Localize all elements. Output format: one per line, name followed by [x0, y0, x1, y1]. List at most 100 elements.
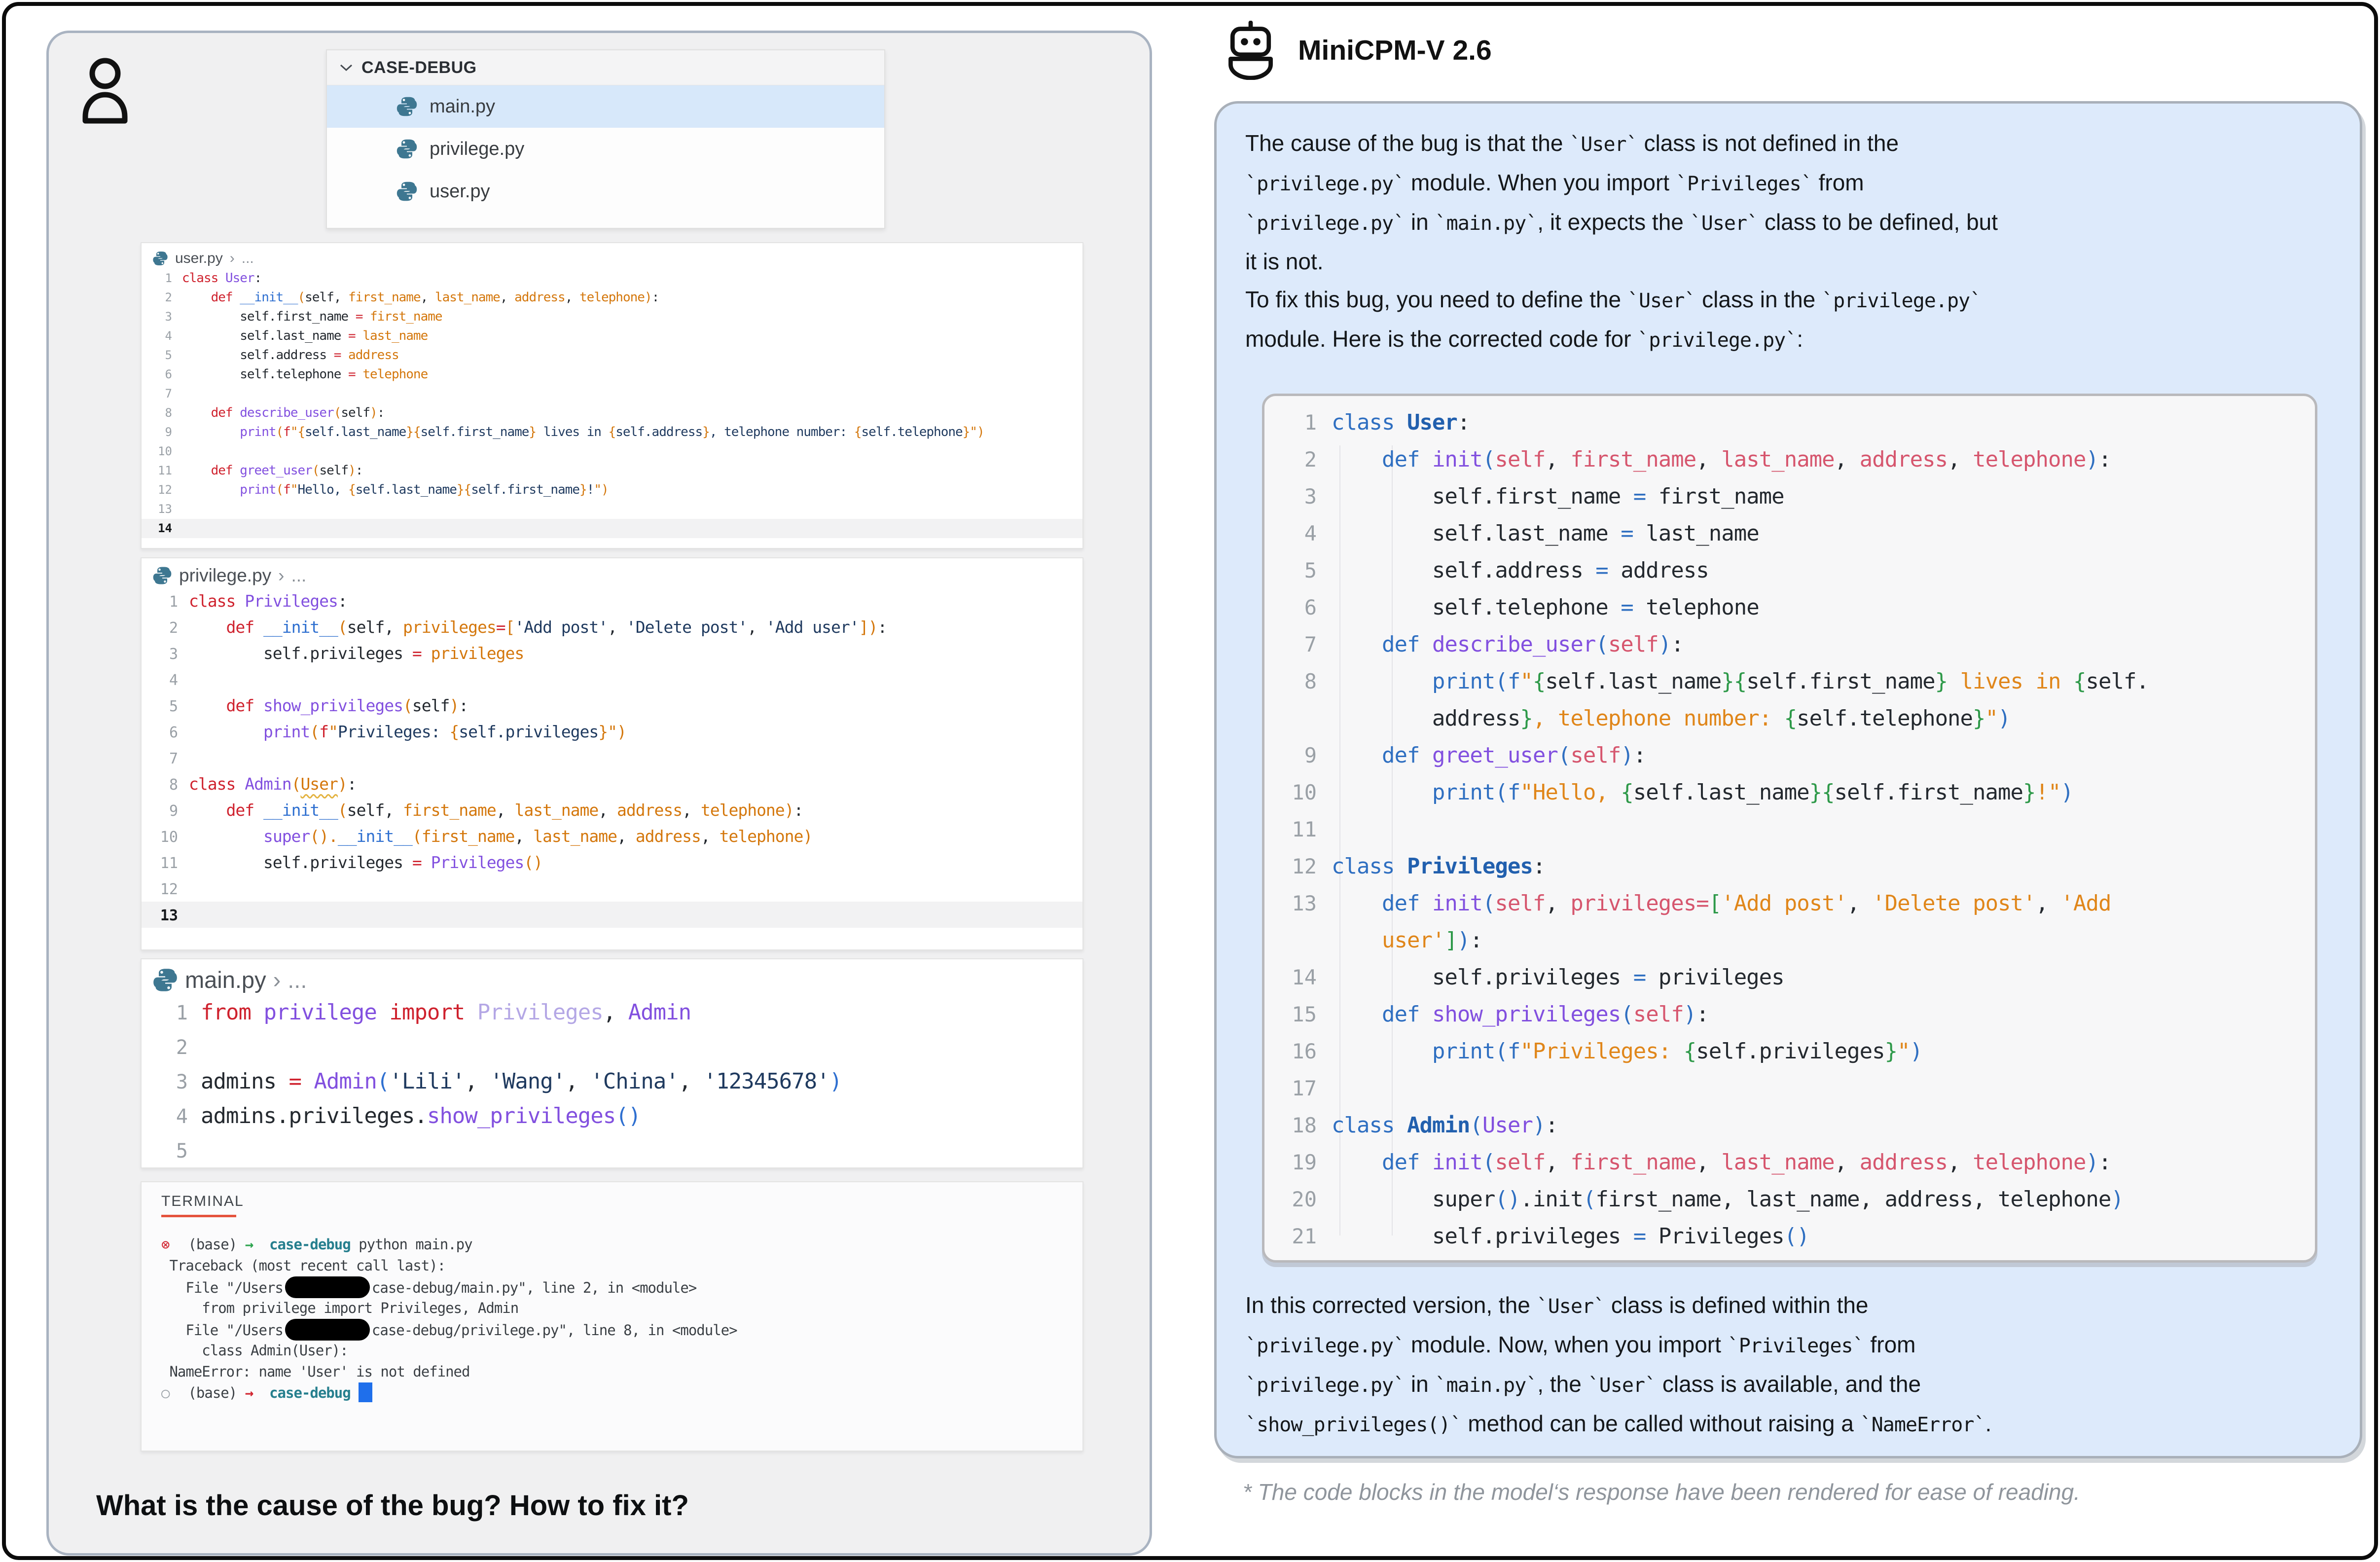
code-line: 2 def init(self, first_name, last_name, …: [1264, 441, 2315, 478]
model-name: MiniCPM-V 2.6: [1298, 34, 1492, 67]
line-number: 3: [142, 1065, 201, 1099]
terminal-text: →: [245, 1384, 253, 1401]
editor-privilege-py[interactable]: privilege.py › ... 1class Privileges:2 d…: [141, 557, 1083, 950]
terminal-line: ○ (base) → case-debug: [161, 1382, 1082, 1404]
response-line: `privilege.py` in `main.py`, it expects …: [1245, 203, 2335, 243]
line-number: 8: [142, 772, 189, 798]
breadcrumb-file: privilege.py: [179, 565, 271, 586]
line-number: 20: [1264, 1181, 1332, 1218]
code-line: 18class Admin(User):: [1264, 1107, 2315, 1144]
code-line: 9 print(f"{self.last_name}{self.first_na…: [142, 423, 1082, 442]
line-number: 5: [142, 693, 189, 720]
file-item-user-py[interactable]: user.py: [327, 170, 884, 213]
code-line: 21 self.privileges = Privileges(): [1264, 1218, 2315, 1255]
line-number: 14: [1264, 959, 1332, 996]
terminal-panel[interactable]: TERMINAL ⊗ (base) → case-debug python ma…: [141, 1181, 1083, 1452]
file-item-privilege-py[interactable]: privilege.py: [327, 128, 884, 170]
code-line: 6 self.telephone = telephone: [1264, 589, 2315, 626]
code-line: 16 print(f"Privileges: {self.privileges}…: [1264, 1033, 2315, 1070]
explorer-folder-header[interactable]: CASE-DEBUG: [327, 50, 884, 85]
line-number: 11: [1264, 811, 1332, 848]
line-number: 7: [142, 384, 182, 403]
line-number: 4: [142, 667, 189, 693]
terminal-text: [351, 1384, 359, 1401]
robot-icon: [1222, 21, 1279, 80]
line-number: 12: [142, 480, 182, 500]
code-line: user']):: [1264, 922, 2315, 959]
code-line: 15 def show_privileges(self):: [1264, 996, 2315, 1033]
terminal-tab-label[interactable]: TERMINAL: [161, 1193, 1082, 1210]
terminal-text: NameError: name 'User' is not defined: [161, 1363, 469, 1380]
redaction-box: [285, 1319, 370, 1341]
code-line: 9 def greet_user(self):: [1264, 737, 2315, 774]
file-name: main.py: [430, 96, 495, 117]
terminal-text: Traceback (most recent call last):: [161, 1257, 445, 1274]
terminal-cursor: [359, 1382, 372, 1402]
code-line: 20 super().init(first_name, last_name, a…: [1264, 1181, 2315, 1218]
terminal-text: ⊗: [161, 1234, 180, 1255]
line-number: 10: [142, 442, 182, 461]
line-number: 13: [1264, 885, 1332, 922]
line-number: 5: [142, 1134, 201, 1168]
file-explorer: CASE-DEBUG main.py privilege.py user.py: [326, 49, 885, 229]
terminal-text: case-debug: [269, 1384, 351, 1401]
line-number: 16: [1264, 1033, 1332, 1070]
line-number: 11: [142, 850, 189, 876]
response-line: module. Here is the corrected code for `…: [1245, 320, 2335, 360]
breadcrumb-more: ...: [291, 565, 306, 586]
terminal-text: (base): [180, 1236, 245, 1253]
line-number: 18: [1264, 1107, 1332, 1144]
line-number: 13: [142, 903, 189, 929]
line-number: 4: [142, 1099, 201, 1134]
code-line: 11 def greet_user(self):: [142, 461, 1082, 480]
terminal-text: [253, 1236, 269, 1253]
line-number: 2: [142, 288, 182, 307]
file-item-main-py[interactable]: main.py: [327, 85, 884, 128]
code-line: 3 self.first_name = first_name: [1264, 478, 2315, 515]
code-line: 10 super().__init__(first_name, last_nam…: [142, 823, 1082, 849]
code-rows: 1from privilege import Privileges, Admin…: [142, 995, 1082, 1168]
breadcrumb: privilege.py › ...: [142, 558, 1082, 588]
code-line: 13: [142, 500, 1082, 519]
code-line: 5 self.address = address: [142, 346, 1082, 365]
code-line: 2 def __init__(self, first_name, last_na…: [142, 288, 1082, 307]
file-list: main.py privilege.py user.py: [327, 85, 884, 213]
line-number: 2: [1264, 441, 1332, 478]
code-line: 6 self.telephone = telephone: [142, 365, 1082, 384]
terminal-output: ⊗ (base) → case-debug python main.py Tra…: [142, 1217, 1082, 1404]
line-number: 8: [1264, 663, 1332, 700]
code-rows: 1class User:2 def __init__(self, first_n…: [142, 269, 1082, 538]
line-number: 5: [1264, 552, 1332, 589]
line-number: 3: [142, 307, 182, 327]
response-line: The cause of the bug is that the `User` …: [1245, 124, 2335, 164]
line-number: 11: [142, 461, 182, 480]
line-number: 7: [142, 746, 189, 772]
code-line: 2 def __init__(self, privileges=['Add po…: [142, 614, 1082, 640]
line-number: 1: [1264, 404, 1332, 441]
line-number: 9: [1264, 737, 1332, 774]
python-file-icon: [396, 138, 418, 160]
terminal-text: case-debug: [269, 1236, 351, 1253]
editor-main-py[interactable]: main.py › ... 1from privilege import Pri…: [141, 958, 1083, 1168]
line-number: 4: [1264, 515, 1332, 552]
code-line: 17: [1264, 1070, 2315, 1107]
code-line: 3 self.first_name = first_name: [142, 307, 1082, 327]
line-number: 8: [142, 403, 182, 423]
code-line: 7: [142, 384, 1082, 403]
line-number: 17: [1264, 1070, 1332, 1107]
code-line: 14: [142, 519, 1082, 538]
terminal-line: File "/Userscase-debug/privilege.py", li…: [161, 1319, 1082, 1340]
code-line: 19 def init(self, first_name, last_name,…: [1264, 1144, 2315, 1181]
code-rows: 1class User:2 def init(self, first_name,…: [1264, 404, 2315, 1255]
response-line: `privilege.py` module. Now, when you imp…: [1245, 1326, 2335, 1365]
line-number: 10: [1264, 774, 1332, 811]
response-text-bottom: In this corrected version, the `User` cl…: [1245, 1286, 2335, 1444]
code-line: 5 self.address = address: [1264, 552, 2315, 589]
editor-user-py[interactable]: user.py › ... 1class User:2 def __init__…: [141, 242, 1083, 549]
response-line: In this corrected version, the `User` cl…: [1245, 1286, 2335, 1326]
code-line: 14 self.privileges = privileges: [1264, 959, 2315, 996]
line-number: 12: [1264, 848, 1332, 885]
breadcrumb-more: ...: [242, 250, 254, 267]
terminal-text: case-debug/privilege.py", line 8, in <mo…: [372, 1322, 737, 1339]
breadcrumb: main.py › ...: [142, 959, 1082, 995]
